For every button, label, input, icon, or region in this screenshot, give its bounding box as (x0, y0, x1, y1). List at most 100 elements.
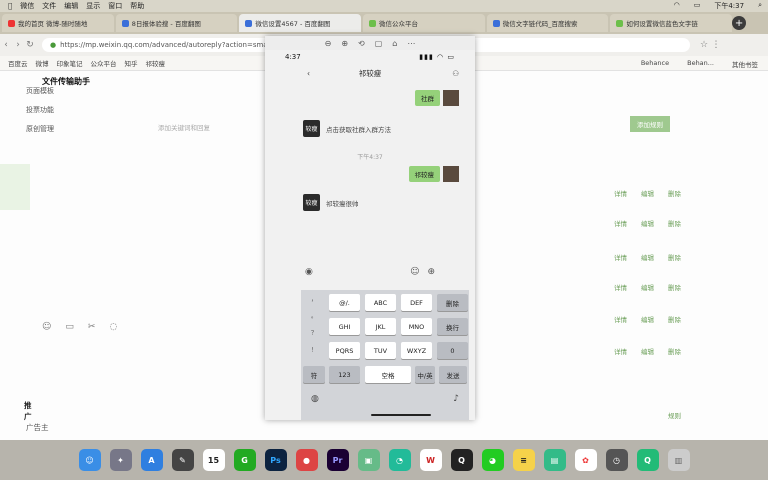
delete-link[interactable]: 删除 (668, 346, 681, 356)
globe-icon[interactable]: ◍ (311, 394, 319, 404)
chat-bubble-icon[interactable]: ◌ (109, 322, 117, 332)
launchpad-icon[interactable]: ✦ (109, 449, 132, 471)
battery-icon[interactable]: ▭ (694, 1, 701, 11)
plus-icon[interactable]: ⊕ (427, 267, 435, 277)
avatar[interactable] (443, 166, 459, 182)
tab-mp-platform[interactable]: 微信公众平台 (363, 14, 485, 32)
reload-icon[interactable]: ↻ (24, 40, 36, 50)
edit-link[interactable]: 编辑 (641, 346, 654, 356)
edit-link[interactable]: 编辑 (641, 218, 654, 228)
nav-vote[interactable]: 投票功能 (26, 105, 54, 115)
delete-link[interactable]: 删除 (668, 252, 681, 262)
key-mno[interactable]: MNO (401, 318, 432, 335)
more-menu-icon[interactable]: ⋮ (710, 40, 722, 50)
menu-edit[interactable]: 编辑 (64, 1, 78, 11)
key-123[interactable]: 123 (329, 366, 360, 383)
zoom-in-icon[interactable]: ⊕ (341, 39, 348, 48)
tab-baidu-search[interactable]: 微信文字链代码_百度搜索 (486, 14, 609, 32)
delete-link[interactable]: 删除 (668, 314, 681, 324)
bookmark-behance-2[interactable]: Behan... (687, 59, 714, 69)
finder-icon[interactable]: ☺ (78, 449, 101, 471)
detail-link[interactable]: 详情 (614, 314, 627, 324)
message-bubble[interactable]: 社群 (415, 90, 440, 106)
promo-item[interactable]: 广告主 (26, 422, 49, 433)
back-icon[interactable]: ‹ (0, 40, 12, 50)
key-ghi[interactable]: GHI (329, 318, 360, 335)
bookmark-mp[interactable]: 公众平台 (91, 58, 117, 68)
key-symbol[interactable]: 符 (303, 366, 325, 383)
nav-page-template[interactable]: 页面模板 (26, 86, 54, 96)
chrome-icon[interactable]: ● (295, 449, 318, 471)
detail-link[interactable]: 详情 (614, 252, 627, 262)
wechat-icon[interactable]: ◕ (481, 449, 504, 471)
menu-wechat[interactable]: 微信 (20, 1, 34, 11)
key-wxyz[interactable]: WXYZ (401, 342, 432, 359)
photos-icon[interactable]: ✿ (574, 449, 597, 471)
bookmark-behance-1[interactable]: Behance (641, 59, 669, 69)
menu-help[interactable]: 帮助 (130, 1, 144, 11)
detail-link[interactable]: 详情 (614, 346, 627, 356)
bookmark-evernote[interactable]: 印象笔记 (57, 58, 83, 68)
books-icon[interactable]: ▤ (543, 449, 566, 471)
nav-original[interactable]: 原创管理 (26, 124, 54, 134)
voice-icon[interactable]: ◉ (305, 267, 313, 277)
emoji-icon[interactable]: ☺ (42, 322, 51, 332)
detail-link[interactable]: 详情 (614, 282, 627, 292)
bookmark-weibo[interactable]: 微博 (36, 58, 49, 68)
key-delete[interactable]: 删除 (437, 294, 468, 311)
star-icon[interactable]: ☆ (698, 40, 710, 50)
menu-clock[interactable]: 下午4:37 (714, 1, 744, 11)
key-tuv[interactable]: TUV (365, 342, 396, 359)
message-text[interactable]: 祁较瘦很帅 (326, 198, 359, 208)
bookmark-qijiaoshou[interactable]: 祁较瘦 (146, 58, 166, 68)
key-abc[interactable]: ABC (365, 294, 396, 311)
home-icon[interactable]: ⌂ (392, 39, 397, 48)
microphone-icon[interactable]: ♪ (453, 394, 459, 404)
menu-file[interactable]: 文件 (42, 1, 56, 11)
tab-weibo[interactable]: 我的首页 微博-随时随地 (2, 14, 114, 32)
key-jkl[interactable]: JKL (365, 318, 396, 335)
avatar[interactable]: 较瘦 (303, 194, 320, 211)
key-punct[interactable]: ？ (311, 328, 317, 337)
tab-baidu-image-1[interactable]: 8日报体验搜 - 百度翻图 (115, 14, 238, 32)
drop-icon[interactable]: Q (636, 449, 659, 471)
edit-link[interactable]: 编辑 (641, 252, 654, 262)
edit-link[interactable]: 编辑 (641, 188, 654, 198)
wps-icon[interactable]: W (419, 449, 442, 471)
time-machine-icon[interactable]: ◷ (605, 449, 628, 471)
zoom-out-icon[interactable]: ⊖ (325, 39, 332, 48)
delete-link[interactable]: 删除 (668, 218, 681, 228)
rotate-icon[interactable]: ⟲ (358, 39, 365, 48)
app-store-icon[interactable]: A (140, 449, 163, 471)
bookmark-zhihu[interactable]: 知乎 (125, 58, 138, 68)
add-rule-button[interactable]: 添加规则 (630, 116, 670, 132)
g-app-icon[interactable]: G (233, 449, 256, 471)
key-punct[interactable]: ， (311, 294, 317, 303)
delete-link[interactable]: 删除 (668, 282, 681, 292)
photoshop-icon[interactable]: Ps (264, 449, 287, 471)
premiere-icon[interactable]: Pr (326, 449, 349, 471)
screenshot-icon[interactable]: ▢ (375, 39, 383, 48)
notes-icon[interactable]: ≡ (512, 449, 535, 471)
avatar[interactable] (443, 90, 459, 106)
pinwheel-icon[interactable]: ◔ (388, 449, 411, 471)
apple-icon[interactable]:  (8, 2, 12, 10)
calendar-icon[interactable]: 15 (202, 449, 225, 471)
delete-link[interactable]: 删除 (668, 188, 681, 198)
more-icon[interactable]: ⋯ (407, 39, 415, 48)
bookmark-baiduyun[interactable]: 百度云 (8, 58, 28, 68)
key-def[interactable]: DEF (401, 294, 432, 311)
edit-link[interactable]: 编辑 (641, 282, 654, 292)
new-tab-button[interactable]: + (732, 16, 747, 30)
emoji-icon[interactable]: ☺ (410, 267, 419, 277)
key-newline[interactable]: 换行 (437, 318, 468, 335)
menu-window[interactable]: 窗口 (108, 1, 122, 11)
bookmark-other[interactable]: 其他书签 (732, 59, 758, 69)
qq-icon[interactable]: Q (450, 449, 473, 471)
key-1[interactable]: @/. (329, 294, 360, 311)
edit-link[interactable]: 编辑 (641, 314, 654, 324)
key-zero[interactable]: 0 (437, 342, 468, 359)
preview-icon[interactable]: ▣ (357, 449, 380, 471)
tab-blue-link[interactable]: 如何设置微信蓝色文字链 (610, 14, 733, 32)
key-punct[interactable]: ！ (311, 345, 317, 354)
